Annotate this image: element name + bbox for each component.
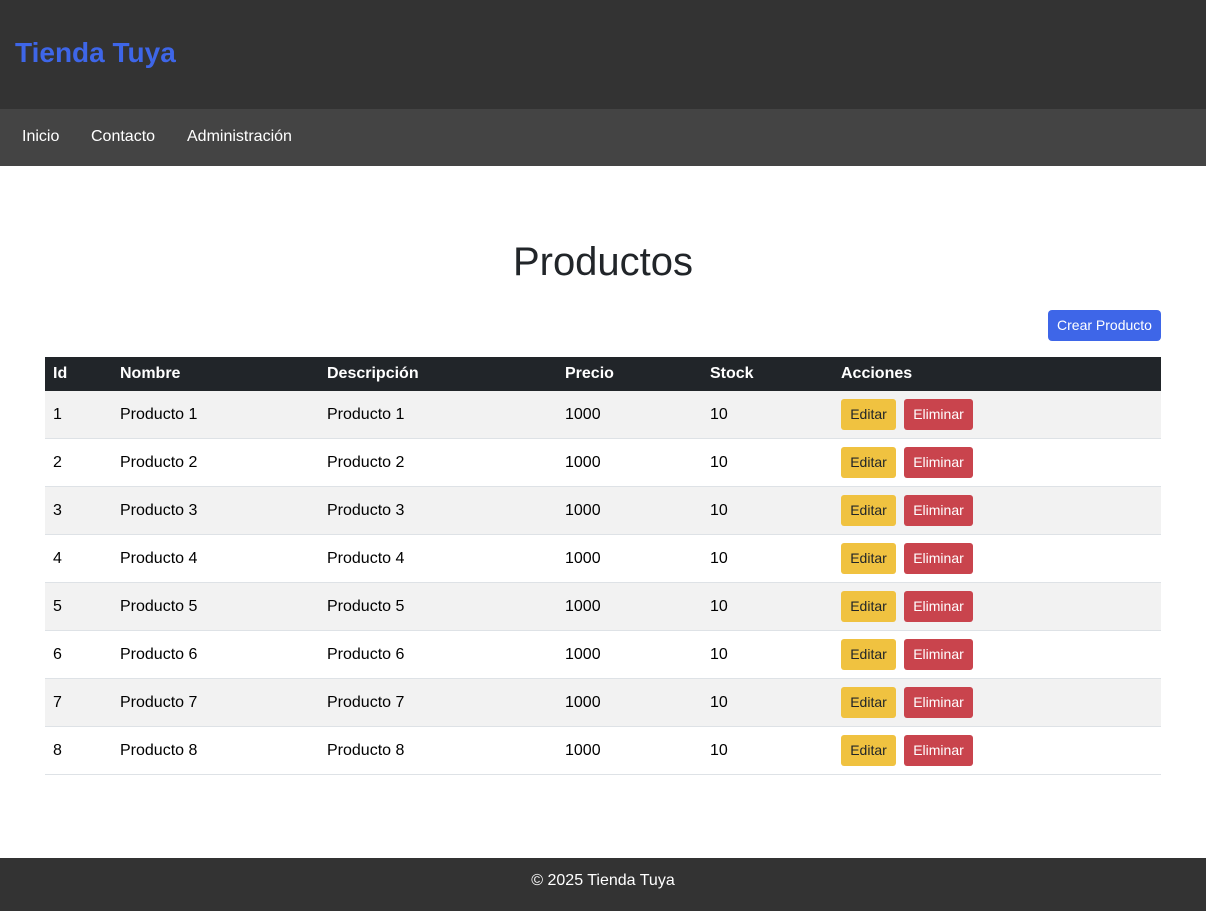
- delete-button[interactable]: Eliminar: [904, 495, 973, 526]
- cell-id: 3: [53, 502, 62, 519]
- cell-precio: 1000: [565, 694, 601, 711]
- cell-stock: 10: [710, 742, 728, 759]
- cell-descripcion: Producto 4: [327, 550, 405, 567]
- edit-button[interactable]: Editar: [841, 399, 896, 430]
- cell-descripcion: Producto 8: [327, 742, 405, 759]
- cell-nombre: Producto 2: [120, 454, 198, 471]
- cell-descripcion: Producto 6: [327, 646, 405, 663]
- column-header-nombre: Nombre: [120, 365, 181, 382]
- nav-item-contacto[interactable]: Contacto: [91, 128, 155, 146]
- column-header-acciones: Acciones: [841, 365, 913, 382]
- table-body: 1 Producto 1 Producto 1 1000 10 Editar Elimina…: [45, 391, 1161, 775]
- column-header-precio: Precio: [565, 365, 614, 382]
- page-title: Productos: [512, 240, 694, 284]
- table-row: 6 Producto 6 Producto 6 1000 10 Editar Elimina…: [45, 631, 1161, 679]
- cell-nombre: Producto 4: [120, 550, 198, 567]
- cell-nombre: Producto 8: [120, 742, 198, 759]
- cell-descripcion: Producto 5: [327, 598, 405, 615]
- cell-nombre: Producto 3: [120, 502, 198, 519]
- cell-stock: 10: [710, 454, 728, 471]
- edit-button[interactable]: Editar: [841, 591, 896, 622]
- cell-nombre: Producto 5: [120, 598, 198, 615]
- delete-button[interactable]: Eliminar: [904, 687, 973, 718]
- cell-descripcion: Producto 7: [327, 694, 405, 711]
- nav-item-inicio[interactable]: Inicio: [22, 128, 59, 146]
- products-table: Id Nombre Descripción Precio Stock Accio…: [45, 357, 1161, 775]
- table-row: 2 Producto 2 Producto 2 1000 10 Editar Elimina…: [45, 439, 1161, 487]
- site-header: Tienda Tuya: [0, 0, 1206, 109]
- edit-button[interactable]: Editar: [841, 447, 896, 478]
- cell-precio: 1000: [565, 454, 601, 471]
- cell-precio: 1000: [565, 550, 601, 567]
- delete-button[interactable]: Eliminar: [904, 591, 973, 622]
- table-row: 5 Producto 5 Producto 5 1000 10 Editar Elimina…: [45, 583, 1161, 631]
- edit-button[interactable]: Editar: [841, 495, 896, 526]
- cell-id: 4: [53, 550, 62, 567]
- delete-button[interactable]: Eliminar: [904, 735, 973, 766]
- delete-button[interactable]: Eliminar: [904, 447, 973, 478]
- main-nav: Inicio Contacto Administración: [0, 109, 1206, 166]
- table-header: Id Nombre Descripción Precio Stock Accio…: [45, 357, 1161, 391]
- delete-button[interactable]: Eliminar: [904, 399, 973, 430]
- edit-button[interactable]: Editar: [841, 543, 896, 574]
- cell-nombre: Producto 1: [120, 406, 198, 423]
- cell-stock: 10: [710, 598, 728, 615]
- cell-precio: 1000: [565, 742, 601, 759]
- cell-descripcion: Producto 3: [327, 502, 405, 519]
- delete-button[interactable]: Eliminar: [904, 639, 973, 670]
- cell-precio: 1000: [565, 502, 601, 519]
- footer-copyright: © 2025 Tienda Tuya: [531, 872, 675, 889]
- table-row: 7 Producto 7 Producto 7 1000 10 Editar Elimina…: [45, 679, 1161, 727]
- cell-nombre: Producto 6: [120, 646, 198, 663]
- table-row: 3 Producto 3 Producto 3 1000 10 Editar Elimina…: [45, 487, 1161, 535]
- cell-precio: 1000: [565, 406, 601, 423]
- create-product-button[interactable]: Crear Producto: [1048, 310, 1161, 341]
- cell-stock: 10: [710, 646, 728, 663]
- cell-stock: 10: [710, 694, 728, 711]
- cell-id: 8: [53, 742, 62, 759]
- cell-id: 6: [53, 646, 62, 663]
- cell-descripcion: Producto 1: [327, 406, 405, 423]
- cell-precio: 1000: [565, 646, 601, 663]
- edit-button[interactable]: Editar: [841, 735, 896, 766]
- cell-id: 1: [53, 406, 62, 423]
- column-header-stock: Stock: [710, 365, 754, 382]
- cell-descripcion: Producto 2: [327, 454, 405, 471]
- delete-button[interactable]: Eliminar: [904, 543, 973, 574]
- cell-stock: 10: [710, 406, 728, 423]
- table-row: 4 Producto 4 Producto 4 1000 10 Editar Elimina…: [45, 535, 1161, 583]
- table-row: 1 Producto 1 Producto 1 1000 10 Editar Elimina…: [45, 391, 1161, 439]
- cell-stock: 10: [710, 502, 728, 519]
- edit-button[interactable]: Editar: [841, 687, 896, 718]
- column-header-id: Id: [53, 365, 68, 382]
- cell-precio: 1000: [565, 598, 601, 615]
- cell-nombre: Producto 7: [120, 694, 198, 711]
- cell-id: 5: [53, 598, 62, 615]
- brand-logo[interactable]: Tienda Tuya: [15, 37, 176, 69]
- table-row: 8 Producto 8 Producto 8 1000 10 Editar Elimina…: [45, 727, 1161, 775]
- cell-stock: 10: [710, 550, 728, 567]
- nav-item-administracion[interactable]: Administración: [187, 128, 292, 146]
- cell-id: 2: [53, 454, 62, 471]
- site-footer: © 2025 Tienda Tuya: [0, 858, 1206, 911]
- column-header-descripcion: Descripción: [327, 365, 419, 382]
- cell-id: 7: [53, 694, 62, 711]
- edit-button[interactable]: Editar: [841, 639, 896, 670]
